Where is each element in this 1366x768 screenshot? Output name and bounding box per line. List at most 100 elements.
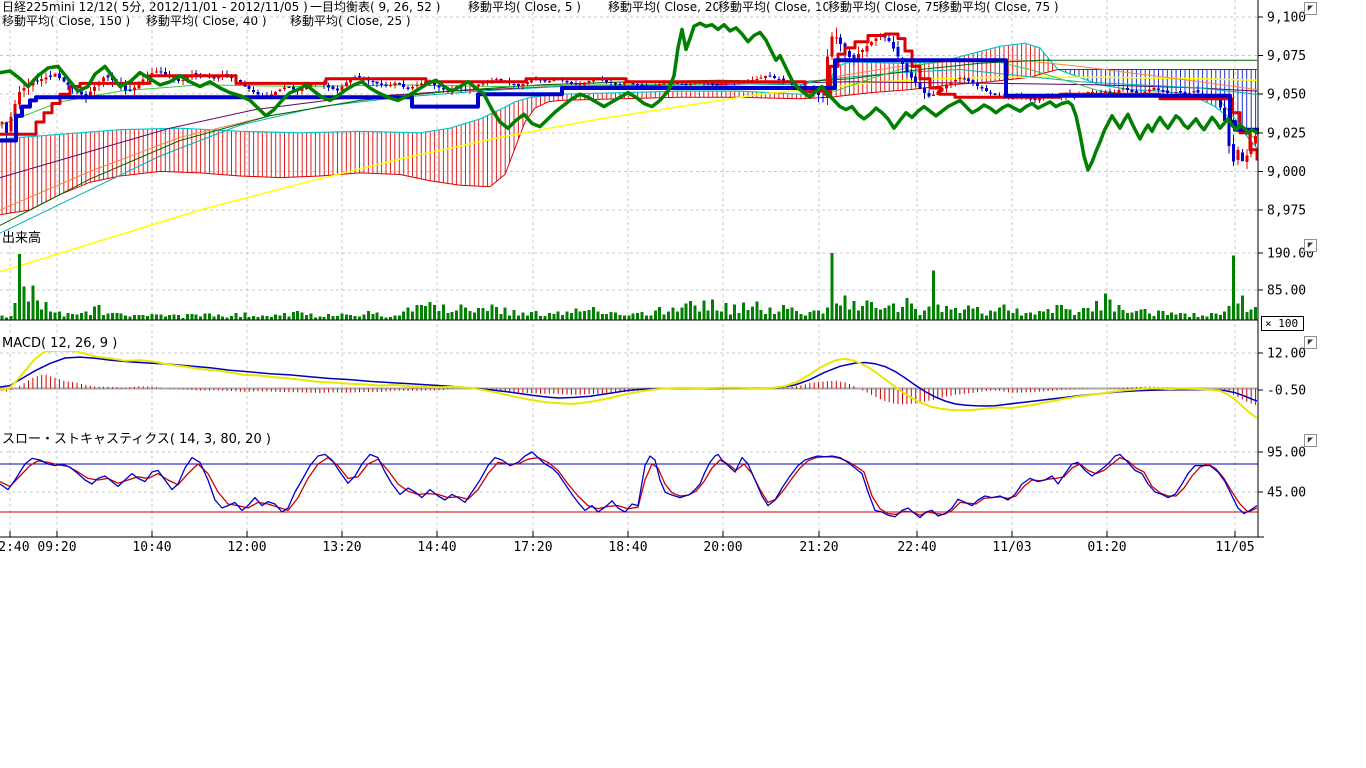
macd-panel-label: MACD( 12, 26, 9 ) [2, 337, 117, 351]
volume-bar [1166, 315, 1169, 320]
candle-body [905, 64, 908, 73]
candle-body [1148, 90, 1151, 92]
volume-bar [738, 313, 741, 320]
candle-body [689, 84, 692, 86]
volume-bar [852, 301, 855, 320]
resize-arrow-icon: ◤ [1305, 337, 1316, 348]
volume-bar [552, 314, 555, 320]
volume-bar [217, 315, 220, 320]
candle-body [54, 74, 57, 76]
candle-body [371, 81, 374, 82]
candle-body [1126, 88, 1129, 90]
candle-body [407, 87, 410, 89]
volume-bar [133, 315, 136, 320]
candle-body [9, 117, 12, 132]
candle-body [151, 73, 154, 74]
volume-bar [243, 312, 246, 320]
volume-bar [499, 314, 502, 320]
volume-bar [208, 314, 211, 320]
price-panel-resize-button[interactable]: ◤ [1304, 2, 1317, 15]
volume-bar [438, 311, 441, 320]
volume-bar [579, 311, 582, 320]
volume-bar [1, 315, 4, 320]
candle-body [1157, 89, 1160, 90]
volume-bar [23, 287, 26, 321]
volume-bar [89, 315, 92, 320]
candle-body [950, 82, 953, 84]
volume-bar [605, 314, 608, 320]
volume-bar [332, 316, 335, 320]
volume-bar [958, 313, 961, 320]
candle-body [257, 92, 260, 95]
volume-bar [71, 314, 74, 320]
volume-bar [415, 305, 418, 320]
volume-bar [733, 305, 736, 321]
volume-bar [327, 314, 330, 320]
volume-bar [345, 314, 348, 320]
volume-bar [261, 315, 264, 320]
volume-bar [751, 306, 754, 320]
candle-body [345, 83, 348, 86]
volume-bar [354, 316, 357, 320]
candle-body [376, 82, 379, 84]
volume-bar [879, 310, 882, 320]
chart-application-window: { "header": { "line1": [ "日経225mini 12/1… [0, 0, 1366, 768]
volume-bar [596, 311, 599, 320]
volume-bar [451, 312, 454, 320]
volume-bar [446, 313, 449, 320]
candle-body [438, 86, 441, 87]
volume-bar [296, 311, 299, 320]
volume-bar [495, 307, 498, 320]
volume-bar [777, 312, 780, 321]
candle-body [93, 87, 96, 91]
volume-bar [120, 314, 123, 320]
volume-bar [455, 311, 458, 321]
stochastics-plot [0, 452, 1258, 518]
volume-bar [1007, 311, 1010, 320]
y-tick-label: 9,025 [1267, 126, 1306, 141]
candle-body [910, 73, 913, 78]
volume-bar [407, 308, 410, 320]
volume-bar [808, 312, 811, 320]
stoch-panel-resize-button[interactable]: ◤ [1304, 434, 1317, 447]
volume-bar [186, 314, 189, 320]
volume-bar [137, 315, 140, 320]
macd-panel-resize-button[interactable]: ◤ [1304, 336, 1317, 349]
volume-bar [1223, 311, 1226, 320]
candle-body [680, 84, 683, 85]
candle-body [1254, 136, 1257, 143]
volume-bar [283, 313, 286, 320]
volume-bar [1139, 309, 1142, 320]
candle-body [23, 88, 26, 91]
volume-bar [892, 304, 895, 320]
candle-body [839, 37, 842, 44]
volume-bar [1003, 304, 1006, 320]
candle-body [499, 79, 502, 80]
volume-bar [795, 311, 798, 320]
candle-body [914, 77, 917, 83]
volume-bar [190, 314, 193, 320]
x-tick-label: 20:00 [703, 540, 742, 555]
volume-bar [804, 316, 807, 321]
volume-bar [371, 314, 374, 320]
x-tick-label: 18:40 [608, 540, 647, 555]
volume-bar [782, 305, 785, 320]
candle-body [570, 82, 573, 83]
volume-bar [1051, 313, 1054, 320]
candle-body [1197, 90, 1200, 93]
volume-bar [58, 311, 61, 320]
volume-bar [173, 314, 176, 320]
stoch-line-K [0, 452, 1257, 518]
volume-bar [76, 315, 79, 320]
candle-body [636, 84, 639, 85]
y-tick-label: 8,975 [1267, 204, 1306, 219]
candle-body [857, 54, 860, 59]
volume-bar [102, 315, 105, 320]
candle-body [415, 85, 418, 86]
volume-bar [80, 313, 83, 320]
volume-bar [724, 303, 727, 320]
volume-bar [676, 311, 679, 320]
volume-bar [623, 316, 626, 320]
candle-body [40, 79, 43, 81]
volume-panel-resize-button[interactable]: ◤ [1304, 239, 1317, 252]
